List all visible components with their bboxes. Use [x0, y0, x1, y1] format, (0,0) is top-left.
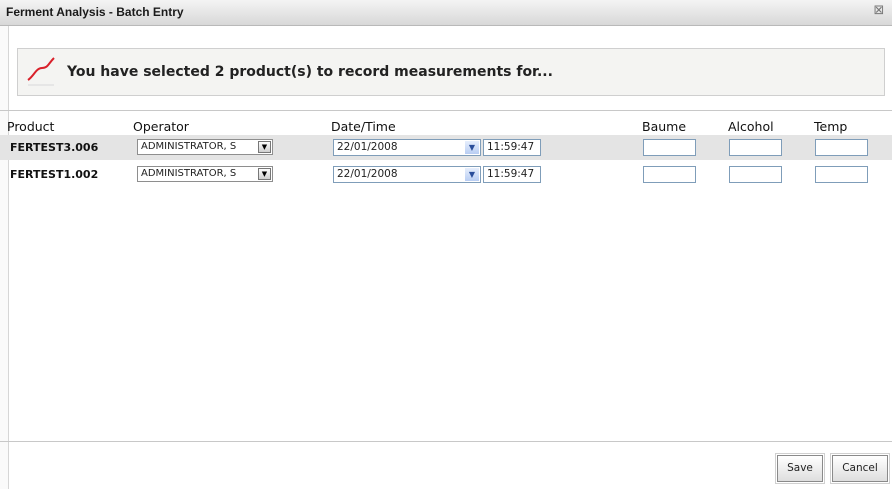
table-row: FERTEST3.006 ADMINISTRATOR, S ▼ 22/01/20… — [0, 135, 892, 160]
column-header-temp: Temp — [814, 119, 848, 134]
column-header-alcohol: Alcohol — [728, 119, 774, 134]
selection-banner: You have selected 2 product(s) to record… — [17, 48, 885, 96]
chevron-down-icon[interactable]: ▼ — [465, 168, 479, 181]
close-icon[interactable]: ⊠ — [872, 4, 886, 18]
chevron-down-icon[interactable]: ▼ — [465, 141, 479, 154]
batch-entry-dialog: Ferment Analysis - Batch Entry ⊠ You hav… — [0, 0, 892, 489]
column-header-operator: Operator — [133, 119, 189, 134]
product-name: FERTEST3.006 — [10, 141, 99, 154]
temp-input[interactable] — [815, 139, 868, 156]
column-header-product: Product — [7, 119, 55, 134]
date-select[interactable]: 22/01/2008 ▼ — [333, 139, 481, 156]
title-bar[interactable]: Ferment Analysis - Batch Entry ⊠ — [0, 0, 892, 26]
date-select[interactable]: 22/01/2008 ▼ — [333, 166, 481, 183]
left-edge — [0, 26, 9, 489]
baume-input[interactable] — [643, 166, 696, 183]
baume-input[interactable] — [643, 139, 696, 156]
date-value: 22/01/2008 — [337, 141, 398, 153]
time-field[interactable]: 11:59:47 — [483, 139, 541, 156]
column-header-datetime: Date/Time — [331, 119, 396, 134]
operator-value: ADMINISTRATOR, S — [141, 168, 237, 179]
cancel-button[interactable]: Cancel — [830, 453, 890, 484]
banner-message: You have selected 2 product(s) to record… — [67, 64, 553, 80]
operator-select[interactable]: ADMINISTRATOR, S ▼ — [137, 139, 273, 155]
window-title: Ferment Analysis - Batch Entry — [6, 5, 184, 19]
date-value: 22/01/2008 — [337, 168, 398, 180]
temp-input[interactable] — [815, 166, 868, 183]
product-name: FERTEST1.002 — [10, 168, 99, 181]
alcohol-input[interactable] — [729, 166, 782, 183]
save-button[interactable]: Save — [775, 453, 825, 484]
operator-value: ADMINISTRATOR, S — [141, 141, 237, 152]
chevron-down-icon[interactable]: ▼ — [258, 141, 271, 153]
table-row: FERTEST1.002 ADMINISTRATOR, S ▼ 22/01/20… — [0, 162, 892, 187]
trend-line-icon — [27, 57, 55, 86]
operator-select[interactable]: ADMINISTRATOR, S ▼ — [137, 166, 273, 182]
footer-divider — [0, 441, 892, 442]
chevron-down-icon[interactable]: ▼ — [258, 168, 271, 180]
column-header-baume: Baume — [642, 119, 687, 134]
divider — [0, 110, 892, 111]
alcohol-input[interactable] — [729, 139, 782, 156]
time-field[interactable]: 11:59:47 — [483, 166, 541, 183]
